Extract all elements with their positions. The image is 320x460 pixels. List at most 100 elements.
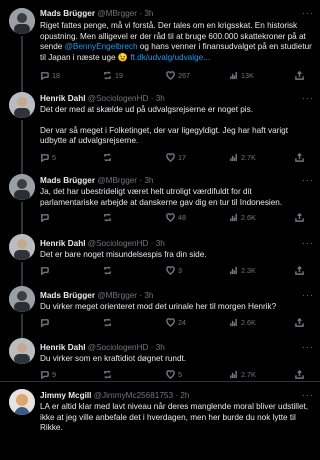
heart-icon	[166, 153, 175, 162]
reply-button[interactable]: 5	[40, 153, 56, 162]
timestamp[interactable]: 3h	[144, 291, 153, 300]
heart-icon	[166, 318, 175, 327]
repost-icon	[103, 213, 112, 222]
author-name[interactable]: Mads Brügger	[40, 176, 95, 185]
author-handle[interactable]: @MBrgger	[97, 9, 137, 18]
like-button[interactable]: 3	[166, 266, 182, 275]
avatar[interactable]	[9, 234, 35, 260]
author-name[interactable]: Henrik Dahl	[40, 239, 86, 248]
timestamp[interactable]: 3h	[144, 176, 153, 185]
tweet-text: LA er altid klar med lavt niveau når der…	[40, 402, 309, 433]
tweet-actions: 24 2.6K	[40, 318, 315, 330]
views-icon	[230, 370, 237, 379]
thread-line	[21, 262, 23, 282]
author-handle[interactable]: @JimmyMc25681753	[94, 391, 173, 400]
author-handle[interactable]: @MBrgger	[97, 291, 137, 300]
reply-button[interactable]	[40, 318, 52, 327]
avatar[interactable]	[9, 338, 35, 364]
share-button[interactable]	[295, 370, 304, 379]
views-icon	[230, 266, 237, 275]
timestamp[interactable]: 3h	[156, 343, 165, 352]
author-name[interactable]: Henrik Dahl	[40, 94, 86, 103]
reply-icon	[40, 214, 49, 222]
repost-button[interactable]: 19	[103, 71, 123, 80]
avatar[interactable]	[9, 286, 35, 312]
tweet-7[interactable]: Jimmy Mcgill @JimmyMc25681753 · 2h ··· L…	[0, 382, 320, 460]
more-options-icon[interactable]: ···	[302, 93, 314, 103]
thread-line	[21, 36, 23, 88]
tweet-text: Riget fattes penge, må vi forstå. Der ta…	[40, 21, 312, 62]
views-button[interactable]: 2.6K	[229, 213, 256, 222]
url-link[interactable]: ft.dk/udvalg/udvalge...	[130, 53, 210, 62]
tweet-3[interactable]: Mads Brügger @MBrgger · 3h ··· Ja, det h…	[0, 170, 320, 230]
reply-button[interactable]: 9	[40, 370, 56, 379]
views-icon	[230, 153, 237, 162]
like-button[interactable]: 267	[166, 71, 190, 80]
repost-button[interactable]	[103, 153, 115, 162]
share-icon	[295, 370, 304, 379]
repost-button[interactable]	[103, 266, 115, 275]
more-options-icon[interactable]: ···	[302, 390, 314, 400]
like-button[interactable]: 24	[166, 318, 186, 327]
share-button[interactable]	[295, 318, 304, 327]
tweet-header: Mads Brügger @MBrgger · 3h	[40, 9, 154, 18]
repost-icon	[103, 153, 112, 162]
tweet-6[interactable]: Henrik Dahl @SociologenHD · 3h ··· Du vi…	[0, 334, 320, 386]
more-options-icon[interactable]: ···	[302, 8, 314, 18]
tweet-1[interactable]: Mads Brügger @MBrgger · 3h ··· Riget fat…	[0, 0, 320, 88]
heart-icon	[166, 71, 175, 80]
views-button[interactable]: 13K	[229, 71, 254, 80]
repost-button[interactable]	[103, 213, 115, 222]
tweet-actions: 48 2.6K	[40, 213, 315, 225]
reply-button[interactable]: 18	[40, 71, 60, 80]
views-button[interactable]: 2.3K	[229, 266, 256, 275]
tweet-text: Du virker som en kraftidiot døgnet rundt…	[40, 354, 187, 363]
author-name[interactable]: Jimmy Mcgill	[40, 391, 91, 400]
share-button[interactable]	[295, 266, 304, 275]
more-options-icon[interactable]: ···	[302, 238, 314, 248]
repost-button[interactable]	[103, 318, 115, 327]
avatar[interactable]	[9, 174, 35, 200]
more-options-icon[interactable]: ···	[302, 175, 314, 185]
avatar[interactable]	[9, 92, 35, 118]
tweet-2[interactable]: Henrik Dahl @SociologenHD · 3h ··· Det d…	[0, 88, 320, 170]
views-button[interactable]: 2.6K	[229, 318, 256, 327]
timestamp[interactable]: 2h	[180, 391, 189, 400]
author-handle[interactable]: @SociologenHD	[88, 94, 149, 103]
mention-link[interactable]: @BennyEngelbrech	[65, 42, 138, 51]
views-button[interactable]: 2.7K	[229, 370, 256, 379]
avatar[interactable]	[9, 8, 35, 34]
author-name[interactable]: Henrik Dahl	[40, 343, 86, 352]
timestamp[interactable]: 3h	[144, 9, 153, 18]
share-icon	[295, 266, 304, 275]
share-button[interactable]	[295, 153, 304, 162]
share-icon	[295, 153, 304, 162]
author-name[interactable]: Mads Brügger	[40, 9, 95, 18]
more-options-icon[interactable]: ···	[302, 342, 314, 352]
timestamp[interactable]: 3h	[156, 94, 165, 103]
reply-button[interactable]	[40, 266, 52, 275]
author-handle[interactable]: @MBrgger	[97, 176, 137, 185]
reply-icon	[40, 267, 49, 275]
share-icon	[295, 318, 304, 327]
like-button[interactable]: 48	[166, 213, 186, 222]
author-handle[interactable]: @SociologenHD	[88, 343, 149, 352]
share-button[interactable]	[295, 71, 304, 80]
avatar[interactable]	[9, 389, 35, 415]
repost-icon	[103, 370, 112, 379]
repost-icon	[103, 266, 112, 275]
tweet-4[interactable]: Henrik Dahl @SociologenHD · 3h ··· Det e…	[0, 230, 320, 282]
tweet-actions: 18 19 267 13K	[40, 71, 315, 83]
like-button[interactable]: 5	[166, 370, 182, 379]
like-button[interactable]: 17	[166, 153, 186, 162]
reply-button[interactable]	[40, 213, 52, 222]
share-button[interactable]	[295, 213, 304, 222]
views-button[interactable]: 2.7K	[229, 153, 256, 162]
repost-button[interactable]	[103, 370, 115, 379]
more-options-icon[interactable]: ···	[302, 290, 314, 300]
author-handle[interactable]: @SociologenHD	[88, 239, 149, 248]
timestamp[interactable]: 3h	[156, 239, 165, 248]
tweet-5[interactable]: Mads Brügger @MBrgger · 3h ··· Du virker…	[0, 282, 320, 334]
author-name[interactable]: Mads Brügger	[40, 291, 95, 300]
tweet-header: Henrik Dahl @SociologenHD · 3h	[40, 343, 165, 352]
